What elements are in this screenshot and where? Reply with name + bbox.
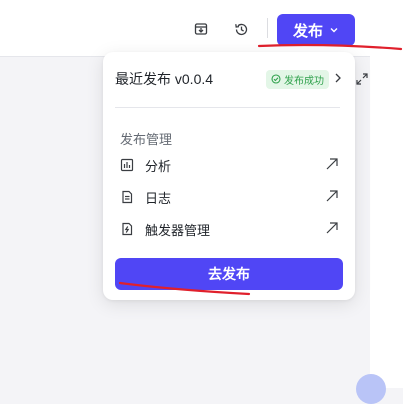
- publish-button[interactable]: 发布: [277, 14, 355, 46]
- chart-icon: [119, 157, 135, 173]
- status-badge-text: 发布成功: [284, 75, 324, 87]
- go-publish-button[interactable]: 去发布: [115, 258, 343, 290]
- archive-download-icon[interactable]: [192, 20, 210, 38]
- menu-item-trigger-management[interactable]: 触发器管理: [115, 216, 343, 242]
- menu-item-label: 日志: [145, 190, 172, 206]
- check-circle-icon: [271, 74, 281, 84]
- arrow-up-right-icon: [326, 190, 338, 202]
- publish-button-label: 发布: [292, 22, 323, 40]
- menu-item-label: 触发器管理: [145, 222, 211, 238]
- menu-divider: [115, 107, 340, 108]
- go-publish-label: 去发布: [208, 266, 250, 282]
- latest-release-label: 最近发布 v0.0.4: [115, 71, 214, 87]
- chevron-right-icon: [335, 73, 341, 83]
- top-toolbar: 发布: [0, 0, 370, 57]
- publish-dropdown-menu: 最近发布 v0.0.4 发布成功 发布管理 分析 日志 触发器管理 去发布: [103, 52, 355, 300]
- chevron-down-icon: [330, 28, 338, 33]
- latest-release-row[interactable]: 最近发布 v0.0.4 发布成功: [115, 68, 343, 90]
- toolbar-divider: [267, 18, 268, 38]
- menu-item-logs[interactable]: 日志: [115, 184, 343, 210]
- arrow-up-right-icon: [326, 158, 338, 170]
- menu-item-label: 分析: [145, 158, 172, 174]
- section-title: 发布管理: [120, 132, 173, 147]
- expand-icon[interactable]: [356, 72, 368, 90]
- history-icon[interactable]: [232, 20, 250, 38]
- status-badge: 发布成功: [266, 69, 329, 89]
- menu-item-analysis[interactable]: 分析: [115, 152, 343, 178]
- trigger-icon: [119, 221, 135, 237]
- arrow-up-right-icon: [326, 222, 338, 234]
- right-panel-edge: [370, 0, 403, 388]
- log-document-icon: [119, 189, 135, 205]
- floating-assistant-button[interactable]: [356, 374, 386, 404]
